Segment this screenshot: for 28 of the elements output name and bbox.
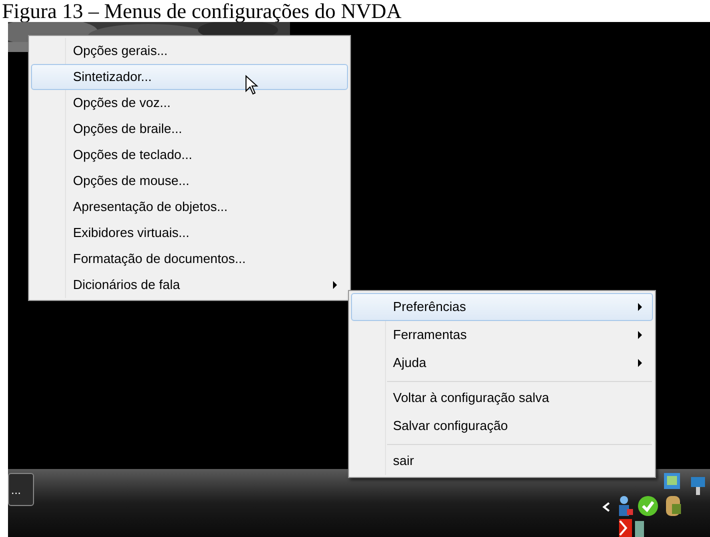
person-icon[interactable]	[616, 495, 634, 517]
menu-item[interactable]: Opções gerais...	[31, 38, 348, 64]
cursor-icon	[245, 75, 259, 96]
submenu-arrow-icon	[638, 303, 642, 311]
menu-item[interactable]: Voltar à configuração salva	[351, 377, 653, 412]
menu-item[interactable]: Preferências	[351, 293, 653, 321]
figure-caption: Figura 13 – Menus de configurações do NVDA	[1, 0, 403, 22]
menu-item[interactable]: Formatação de documentos...	[31, 246, 348, 272]
menu-item[interactable]: Opções de voz...	[31, 90, 348, 116]
menu-item[interactable]: Opções de teclado...	[31, 142, 348, 168]
menu-item[interactable]: Ajuda	[351, 349, 653, 377]
menu-item[interactable]: Salvar configuração	[351, 412, 653, 440]
monitor-icon[interactable]	[663, 472, 681, 490]
menu-item[interactable]: Apresentação de objetos...	[31, 194, 348, 220]
menu-item[interactable]: sair	[351, 440, 653, 475]
check-icon[interactable]	[637, 495, 659, 517]
submenu-arrow-icon	[638, 331, 642, 339]
menu-item[interactable]: Dicionários de fala	[31, 272, 348, 298]
menu-item[interactable]: Ferramentas	[351, 321, 653, 349]
chevron-icon[interactable]	[602, 502, 610, 512]
menu-item[interactable]: Exibidores virtuais...	[31, 220, 348, 246]
menu-item[interactable]: Opções de braile...	[31, 116, 348, 142]
taskbar-button[interactable]: ...	[8, 473, 34, 506]
submenu-arrow-icon	[333, 281, 337, 289]
menu-item[interactable]: Sintetizador...	[31, 64, 348, 90]
menu-item[interactable]: Opções de mouse...	[31, 168, 348, 194]
network-icon	[688, 475, 706, 497]
submenu-arrow-icon	[638, 359, 642, 367]
